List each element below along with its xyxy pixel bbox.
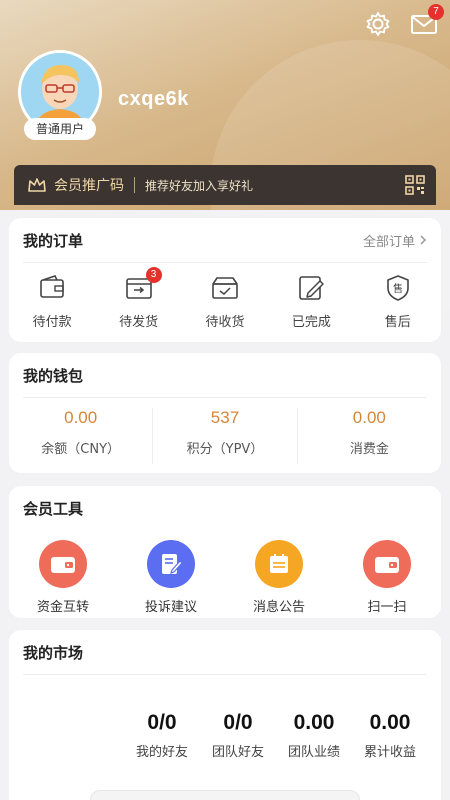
order-after-sale[interactable]: 售 售后 xyxy=(363,273,433,330)
wallet-title: 我的钱包 xyxy=(23,366,84,385)
promo-desc: 推荐好友加入享好礼 xyxy=(145,178,254,193)
member-level-badge: 普通用户 xyxy=(24,118,96,140)
feedback-icon xyxy=(147,540,195,588)
member-tools-card: 会员工具 资金互转 投诉建议 消息公告 扫一扫 xyxy=(9,486,441,618)
market-my-friends[interactable]: 0/0 我的好友 xyxy=(129,711,195,760)
market-team-performance[interactable]: 0.00 团队业绩 xyxy=(281,711,347,760)
wallet-label: 消费金 xyxy=(349,442,389,457)
tool-label: 资金互转 xyxy=(36,600,89,615)
top-actions: 7 xyxy=(364,4,444,38)
order-label: 售后 xyxy=(384,315,411,330)
order-pending-payment[interactable]: 待付款 xyxy=(17,273,87,330)
mail-icon[interactable]: 7 xyxy=(410,4,444,38)
all-orders-link[interactable]: 全部订单 xyxy=(363,231,427,250)
tool-label: 投诉建议 xyxy=(144,600,197,615)
order-label: 待发货 xyxy=(119,315,159,330)
wallet-points[interactable]: 537 积分（YPV） xyxy=(153,408,298,464)
wallet-label: 余额（CNY） xyxy=(41,442,121,457)
all-orders-label: 全部订单 xyxy=(362,234,415,250)
order-label: 已完成 xyxy=(291,315,331,330)
tool-label: 扫一扫 xyxy=(367,600,407,615)
market-value: 0/0 xyxy=(223,711,253,734)
promo-divider xyxy=(134,177,135,193)
market-label: 累计收益 xyxy=(363,745,416,760)
order-label: 待收货 xyxy=(205,315,245,330)
gear-icon[interactable] xyxy=(364,10,392,38)
order-count-badge: 3 xyxy=(145,267,162,283)
crown-icon xyxy=(28,178,46,192)
market-total-earnings[interactable]: 0.00 累计收益 xyxy=(357,711,423,760)
market-title: 我的市场 xyxy=(23,643,84,662)
market-value: 0.00 xyxy=(369,711,411,734)
wallet-icon xyxy=(40,275,64,298)
avatar-block[interactable]: 普通用户 xyxy=(18,50,102,140)
wallet-consumption[interactable]: 0.00 消费金 xyxy=(298,408,441,464)
after-sale-shield-icon: 售 xyxy=(386,275,409,301)
scan-wallet-icon xyxy=(363,540,411,588)
promo-code-bar[interactable]: 会员推广码 推荐好友加入享好礼 xyxy=(14,165,436,205)
market-label: 团队业绩 xyxy=(287,745,340,760)
order-pending-shipment[interactable]: 3 待发货 xyxy=(104,267,174,330)
wallet-value: 0.00 xyxy=(352,408,386,427)
market-card: 我的市场 0/0 我的好友 0/0 团队好友 0.00 团队业绩 0.00 累计… xyxy=(9,630,441,800)
wallet-label: 积分（YPV） xyxy=(186,442,264,457)
calendar-notice-icon xyxy=(255,540,303,588)
tool-announcements[interactable]: 消息公告 xyxy=(234,540,324,615)
username: cxqe6k xyxy=(118,88,189,110)
order-completed[interactable]: 已完成 xyxy=(276,273,346,330)
chevron-right-icon xyxy=(420,235,427,245)
wallet-value: 537 xyxy=(210,408,240,427)
receive-box-icon xyxy=(212,277,238,299)
tool-label: 消息公告 xyxy=(252,600,305,615)
tool-scan[interactable]: 扫一扫 xyxy=(342,540,432,615)
wallet-balance[interactable]: 0.00 余额（CNY） xyxy=(9,408,154,464)
market-value: 0/0 xyxy=(147,711,177,734)
promo-title: 会员推广码 xyxy=(54,178,124,194)
qrcode-icon[interactable] xyxy=(404,174,426,196)
wallet-value: 0.00 xyxy=(64,408,98,427)
tools-title: 会员工具 xyxy=(23,499,84,518)
svg-text:售: 售 xyxy=(393,282,403,295)
orders-title: 我的订单 xyxy=(23,231,84,250)
market-label: 团队好友 xyxy=(211,745,264,760)
order-pending-receipt[interactable]: 待收货 xyxy=(190,273,260,330)
edit-doc-icon xyxy=(299,276,325,300)
market-value: 0.00 xyxy=(293,711,335,734)
tool-feedback[interactable]: 投诉建议 xyxy=(126,540,216,615)
market-label: 我的好友 xyxy=(135,745,188,760)
wallet-card: 我的钱包 0.00 余额（CNY） 537 积分（YPV） 0.00 消费金 xyxy=(9,353,441,473)
bottom-element-peek xyxy=(90,790,360,800)
market-team-friends[interactable]: 0/0 团队好友 xyxy=(205,711,271,760)
mail-badge: 7 xyxy=(428,4,444,20)
order-label: 待付款 xyxy=(32,315,72,330)
wallet-transfer-icon xyxy=(39,540,87,588)
tool-fund-transfer[interactable]: 资金互转 xyxy=(18,540,108,615)
orders-card: 我的订单 全部订单 待付款 3 待发货 待收货 已完成 售 售后 xyxy=(9,218,441,342)
